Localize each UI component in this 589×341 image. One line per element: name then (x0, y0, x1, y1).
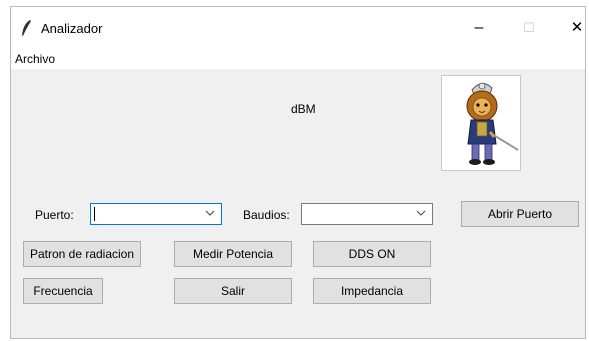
patron-radiacion-button[interactable]: Patron de radiacion (23, 241, 141, 267)
salir-button[interactable]: Salir (174, 278, 292, 304)
puerto-combobox[interactable] (90, 203, 222, 225)
feather-icon (22, 20, 31, 36)
chevron-down-icon (416, 210, 426, 216)
title-bar[interactable]: Analizador – ☐ ✕ (11, 7, 585, 47)
main-panel: dBM Puerto: Baudios: Abrir Puerto Patron… (11, 69, 585, 338)
medir-potencia-button[interactable]: Medir Potencia (174, 241, 292, 267)
dds-on-button[interactable]: DDS ON (313, 241, 431, 267)
maximize-button[interactable]: ☐ (509, 13, 549, 43)
app-window: Analizador – ☐ ✕ Archivo dBM Puerto: Bau… (10, 6, 586, 339)
puerto-label: Puerto: (35, 208, 74, 222)
baudios-combobox[interactable] (301, 203, 433, 225)
menu-archivo[interactable]: Archivo (15, 52, 55, 66)
abrir-puerto-button[interactable]: Abrir Puerto (461, 201, 579, 227)
menu-bar: Archivo (11, 47, 585, 69)
dbm-reading: dBM (291, 102, 316, 116)
lion-knight-image (441, 75, 521, 171)
chevron-down-icon (205, 210, 215, 216)
text-cursor (94, 207, 95, 221)
minimize-button[interactable]: – (459, 13, 499, 43)
window-title: Analizador (41, 21, 103, 36)
close-button[interactable]: ✕ (557, 13, 589, 43)
frecuencia-button[interactable]: Frecuencia (23, 278, 103, 304)
impedancia-button[interactable]: Impedancia (313, 278, 431, 304)
lion-knight-illustration (466, 82, 519, 165)
baudios-label: Baudios: (243, 208, 290, 222)
